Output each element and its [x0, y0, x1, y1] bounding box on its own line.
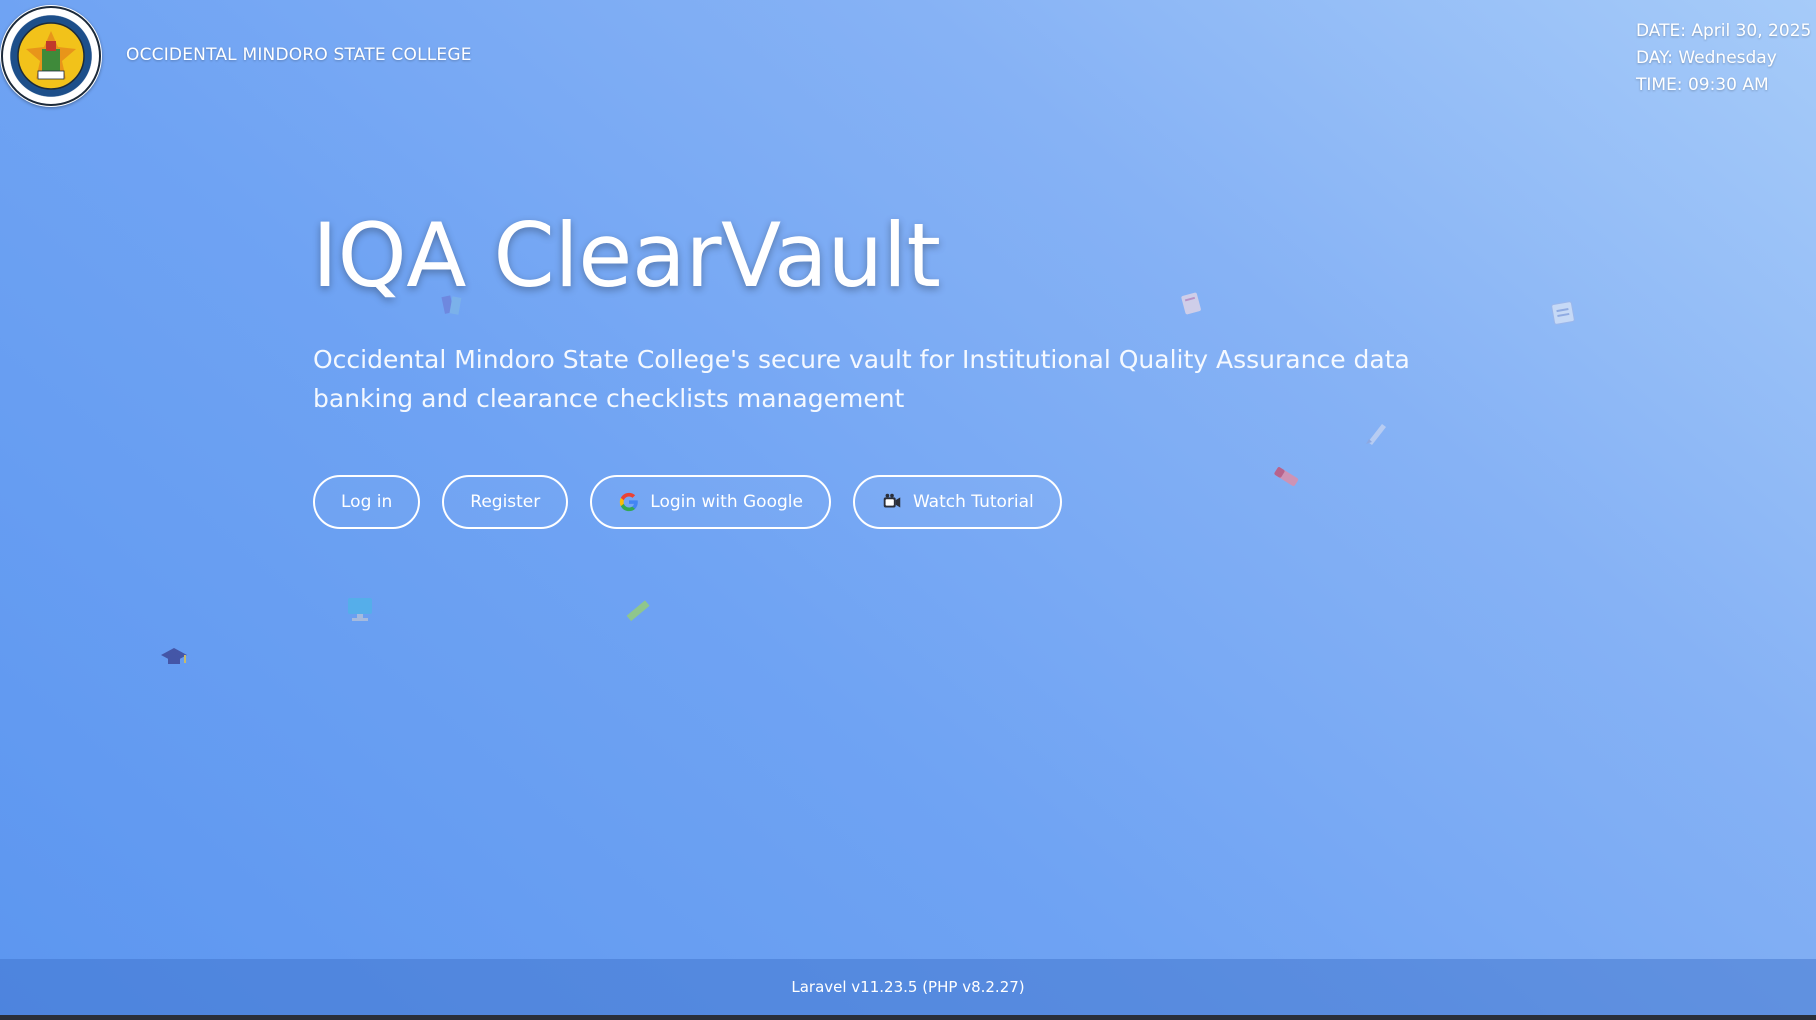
google-icon — [620, 492, 639, 512]
date-text: DATE: April 30, 2025 — [1636, 21, 1812, 41]
login-button[interactable]: Log in — [313, 475, 421, 529]
header: OCCIDENTAL MINDORO STATE COLLEGE DATE: A… — [0, 0, 1816, 112]
ruler-icon — [626, 600, 650, 622]
eraser-icon — [1274, 467, 1299, 486]
google-login-label: Login with Google — [650, 492, 803, 512]
datetime-panel: DATE: April 30, 2025 DAY: Wednesday TIME… — [1636, 18, 1811, 99]
watch-tutorial-label: Watch Tutorial — [912, 492, 1034, 512]
register-button[interactable]: Register — [442, 475, 569, 529]
bottom-border — [0, 1015, 1816, 1020]
graduation-cap-icon — [161, 648, 187, 664]
college-name: OCCIDENTAL MINDORO STATE COLLEGE — [126, 45, 472, 65]
watch-tutorial-button[interactable]: Watch Tutorial — [852, 475, 1062, 529]
college-seal-logo — [0, 5, 102, 107]
pen-icon — [1366, 424, 1386, 445]
time-text: TIME: 09:30 AM — [1636, 75, 1769, 95]
register-button-label: Register — [470, 492, 541, 512]
google-login-button[interactable]: Login with Google — [590, 475, 831, 529]
video-camera-icon — [883, 493, 901, 508]
page: OCCIDENTAL MINDORO STATE COLLEGE DATE: A… — [0, 0, 1816, 1020]
hero-title: IQA ClearVault — [312, 204, 941, 307]
seal-emblem-icon — [1, 6, 101, 106]
footer: Laravel v11.23.5 (PHP v8.2.27) — [0, 959, 1816, 1015]
clipboard-icon — [1181, 292, 1201, 315]
login-button-label: Log in — [341, 492, 393, 512]
action-buttons: Log in Register Login with Google Watch … — [313, 475, 1062, 529]
monitor-icon — [348, 598, 372, 621]
day-text: DAY: Wednesday — [1636, 48, 1777, 68]
document-icon — [1551, 301, 1575, 325]
hero-description: Occidental Mindoro State College's secur… — [313, 345, 1410, 413]
version-text: Laravel v11.23.5 (PHP v8.2.27) — [791, 978, 1025, 996]
